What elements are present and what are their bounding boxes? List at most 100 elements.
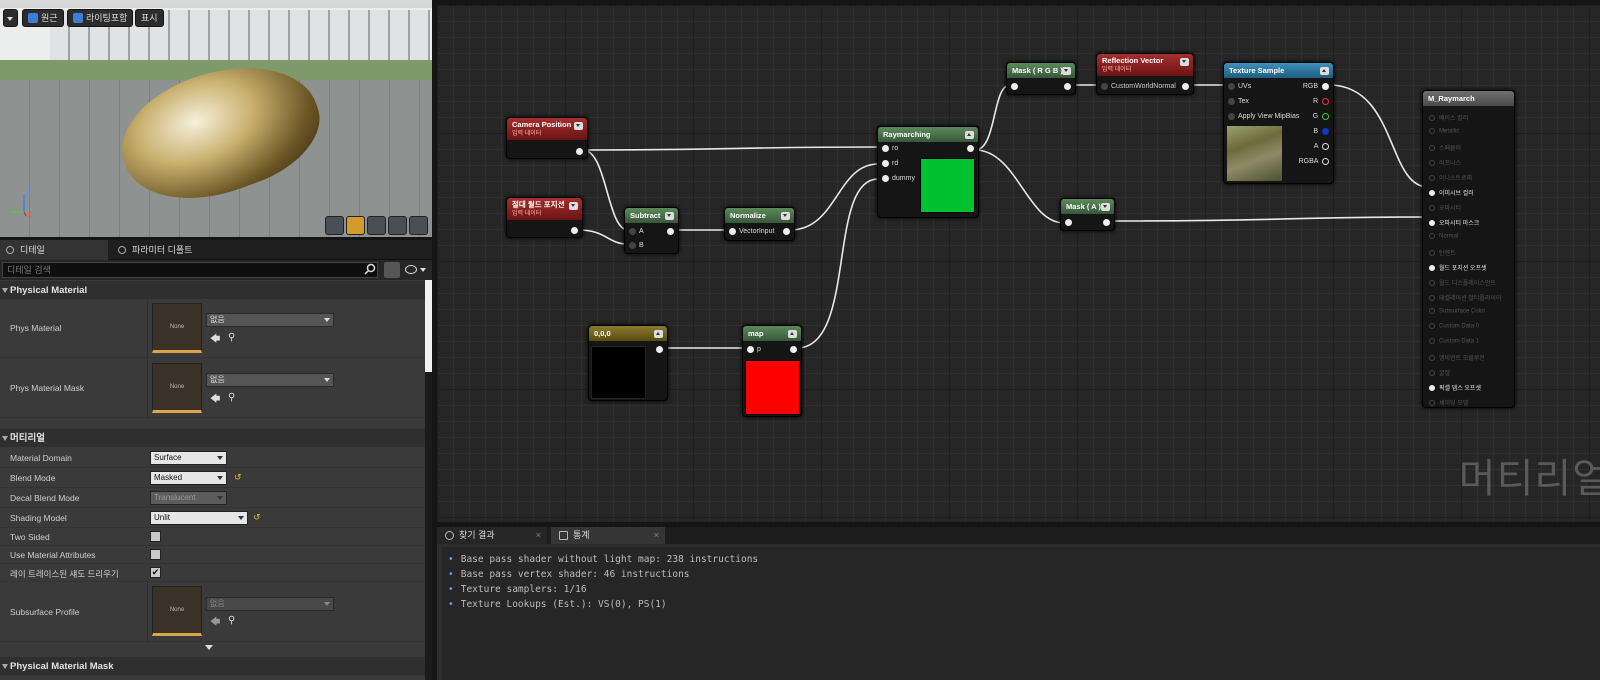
use-material-attributes-checkbox[interactable] [150,549,161,560]
output-pin[interactable] [1103,219,1110,226]
shading-model-dropdown[interactable]: Unlit [150,511,248,525]
phys-material-dropdown[interactable]: 없음 [206,313,334,327]
material-input-pin[interactable]: 셰이딩 모델 [1429,398,1468,407]
node-mask-a[interactable]: Mask ( A ) [1060,198,1115,231]
reset-to-default-icon[interactable]: ↺ [234,472,242,483]
material-input-pin[interactable]: 오파시티 마스크 [1429,218,1479,227]
material-input-pin[interactable]: 이미시브 컬러 [1429,188,1474,197]
search-icon[interactable] [364,263,376,275]
material-input-pin[interactable]: Subsurface Color [1429,308,1485,315]
tab-details[interactable]: 디테일 [0,240,108,260]
material-input-pin[interactable]: 픽셀 뎁스 오프셋 [1429,383,1481,392]
chevron-up-icon[interactable] [788,330,797,338]
perspective-button[interactable]: 원근 [22,9,64,27]
section-physical-material[interactable]: Physical Material [0,280,425,299]
close-icon[interactable]: × [654,527,659,544]
chevron-down-icon[interactable] [1180,58,1189,66]
material-input-pin[interactable]: Metallic [1429,128,1459,135]
chevron-down-icon[interactable] [1101,203,1110,211]
output-pin[interactable] [1064,83,1071,90]
section-material[interactable]: 머티리얼 [0,428,425,447]
node-map[interactable]: map p [742,325,802,417]
details-search-input[interactable]: 디테일 검색 [2,262,378,278]
node-constant-vector[interactable]: 0,0,0 [588,325,668,401]
phys-material-mask-dropdown[interactable]: 없음 [206,373,334,387]
material-input-pin[interactable]: Normal [1429,233,1458,240]
output-pin[interactable] [783,228,790,235]
chevron-up-icon[interactable] [654,330,663,338]
preview-mesh-button[interactable] [409,216,428,235]
material-input-pin[interactable]: 오파시티 [1429,203,1461,212]
use-selected-arrow-icon[interactable]: 🡄 [210,392,220,409]
show-button[interactable]: 표시 [135,9,164,27]
material-input-pin[interactable]: 앰비언트 오클루전 [1429,353,1485,362]
chevron-down-icon[interactable] [665,212,674,220]
node-texture-sample[interactable]: Texture Sample UVs Tex Apply View MipBia… [1223,62,1334,184]
material-input-pin[interactable]: 아니소트로피 [1429,173,1472,182]
material-input-pin[interactable]: 테셀레이션 멀티플라이어 [1429,293,1501,302]
input-pin[interactable] [1065,219,1072,226]
two-sided-checkbox[interactable] [150,531,161,542]
viewport-menu-button[interactable] [3,9,18,27]
section-physical-material-mask[interactable]: Physical Material Mask [0,656,425,675]
node-reflection-vector[interactable]: Reflection Vector 입력 데이터 CustomWorldNorma… [1096,53,1194,95]
chevron-down-icon[interactable] [1062,67,1071,75]
node-subtract[interactable]: Subtract A B [624,207,679,254]
close-icon[interactable]: × [536,527,541,544]
material-input-pin[interactable]: Custom Data 0 [1429,323,1479,330]
reset-to-default-icon[interactable]: ↺ [253,512,261,523]
eye-icon[interactable] [405,265,417,274]
output-pin[interactable] [656,346,663,353]
chevron-down-icon[interactable] [574,122,583,130]
chevron-down-icon[interactable] [781,212,790,220]
material-input-pin[interactable]: 스페큘러 [1429,143,1461,152]
browse-search-icon[interactable]: ⚲ [228,332,235,343]
node-absolute-world-position[interactable]: 절대 월드 포지션 입력 데이터 [506,197,583,238]
node-mask-rgb[interactable]: Mask ( R G B ) [1006,62,1076,95]
preview-sphere-button[interactable] [346,216,365,235]
asset-thumbnail[interactable]: None [152,363,202,413]
output-pin[interactable] [576,148,583,155]
material-input-pin[interactable]: 베이스 컬러 [1429,113,1468,122]
material-input-pin[interactable]: Custom Data 1 [1429,338,1479,345]
input-pin[interactable] [1011,83,1018,90]
output-pin[interactable] [967,145,974,152]
chevron-up-icon[interactable] [965,131,974,139]
tab-find-results[interactable]: 찾기 결과 × [437,527,547,544]
output-pin[interactable] [667,228,674,235]
browse-search-icon[interactable]: ⚲ [228,615,235,626]
preview-plane-button[interactable] [367,216,386,235]
material-input-pin[interactable]: 러프니스 [1429,158,1461,167]
tab-parameter-defaults[interactable]: 파라미터 디폴트 [112,240,224,260]
asset-thumbnail[interactable]: None [152,303,202,353]
material-domain-dropdown[interactable]: Surface [150,451,227,465]
details-scrollbar-thumb[interactable] [425,280,432,372]
node-raymarching[interactable]: Raymarching ro rd dummy [877,126,979,218]
material-preview-viewport[interactable]: 원근 라이팅포함 표시 Z X [0,0,432,237]
property-matrix-icon[interactable] [384,262,400,278]
chevron-down-icon[interactable] [420,268,426,272]
browse-search-icon[interactable]: ⚲ [228,392,235,403]
use-selected-arrow-icon[interactable]: 🡄 [210,332,220,349]
material-graph-canvas[interactable]: Camera Position 입력 데이터 절대 월드 포지션 입력 데이터 Su… [437,5,1600,522]
preview-cube-button[interactable] [388,216,407,235]
material-input-pin[interactable]: 탄젠트 [1429,248,1456,257]
advanced-expand-arrow-icon[interactable] [205,645,213,650]
tab-stats[interactable]: 통계 × [551,527,665,544]
node-material-result[interactable]: M_Raymarch 베이스 컬러 Metallic 스페큘러 러프니스 아니소트로피 이… [1422,90,1515,408]
chevron-up-icon[interactable] [1320,67,1329,75]
output-pin[interactable] [790,346,797,353]
asset-thumbnail[interactable]: None [152,586,202,636]
node-camera-position[interactable]: Camera Position 입력 데이터 [506,117,588,159]
material-input-pin[interactable]: 월드 디스플레이스먼트 [1429,278,1496,287]
output-pin[interactable] [571,227,578,234]
preview-cylinder-button[interactable] [325,216,344,235]
chevron-down-icon[interactable] [569,202,578,210]
material-input-pin[interactable]: 월드 포지션 오프셋 [1429,263,1487,272]
output-pin[interactable] [1182,83,1189,90]
raytraced-shadows-checkbox[interactable]: ✔ [150,567,161,578]
node-normalize[interactable]: Normalize VectorInput [724,207,795,241]
material-input-pin[interactable]: 굴절 [1429,368,1450,377]
blend-mode-dropdown[interactable]: Masked [150,471,227,485]
lighting-button[interactable]: 라이팅포함 [67,9,134,27]
